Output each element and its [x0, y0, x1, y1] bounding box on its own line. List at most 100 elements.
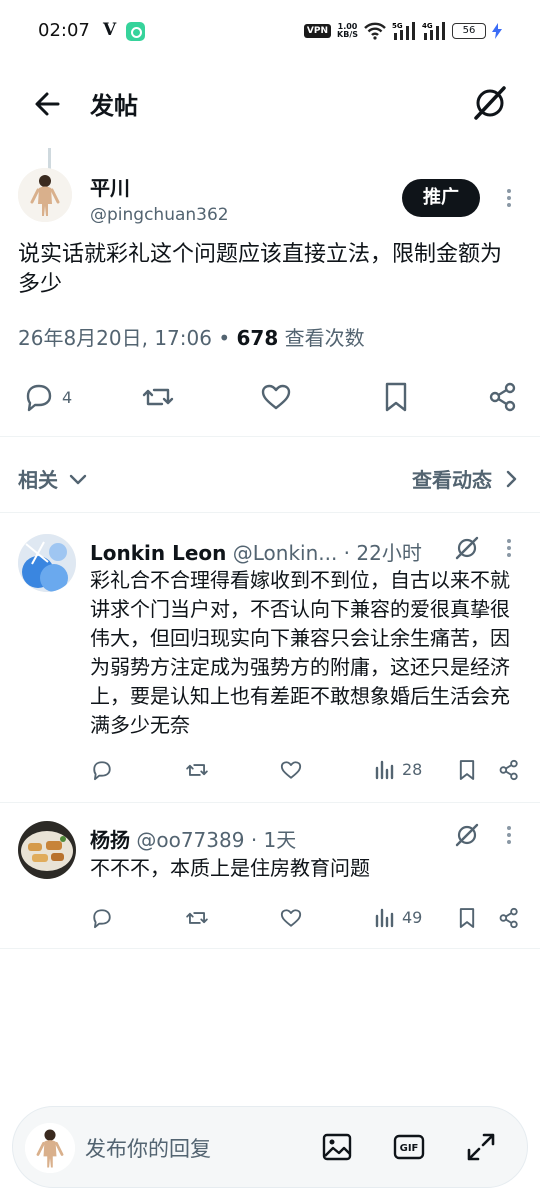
reply-action-bar: 28: [0, 758, 540, 788]
bar-chart-icon: [375, 908, 394, 928]
grok-icon[interactable]: [454, 535, 480, 561]
post-date: 26年8月20日, 17:06: [18, 326, 212, 350]
author-name[interactable]: 平川: [90, 172, 130, 201]
bookmark-button[interactable]: [380, 380, 412, 414]
reply-avatar[interactable]: [18, 534, 76, 592]
bookmark-icon: [459, 908, 475, 928]
repost-button[interactable]: [184, 758, 210, 782]
reply-text: 彩礼合不合理得看嫁收到不到位，自古以来不就讲求个门当户对，不否认向下兼容的爱很真…: [90, 568, 510, 737]
image-icon[interactable]: [319, 1129, 355, 1165]
share-icon: [499, 907, 518, 929]
reply-action-bar: 49: [0, 906, 540, 936]
reply-more-icon[interactable]: [500, 823, 518, 847]
divider: [0, 436, 540, 437]
view-activity-label: 查看动态: [412, 468, 492, 492]
reply-header: 杨扬 @oo77389 · 1天: [90, 824, 296, 853]
post-view-count: 678: [236, 326, 279, 350]
wifi-icon: [364, 22, 386, 40]
reply-icon: [93, 909, 111, 929]
svg-text:5G: 5G: [392, 22, 403, 30]
reply-count: 4: [62, 387, 73, 407]
repost-icon: [186, 912, 208, 924]
bar-chart-icon: [375, 760, 394, 780]
reply-view-count: 49: [402, 907, 423, 927]
reply-author-handle[interactable]: @oo77389: [136, 828, 244, 852]
chevron-right-icon: [506, 470, 517, 487]
signal-5g-icon: 5G: [392, 22, 415, 40]
repost-button[interactable]: [140, 380, 176, 414]
heart-icon: [280, 761, 302, 779]
network-speed: 1.00 KB/S: [337, 22, 358, 39]
expand-icon[interactable]: [463, 1129, 499, 1165]
battery-icon: 56: [452, 23, 486, 39]
post-meta: 26年8月20日, 17:06 • 678 查看次数: [18, 326, 365, 350]
author-handle[interactable]: @pingchuan362: [90, 205, 229, 225]
reply-icon: [26, 384, 52, 412]
heart-icon: [280, 909, 302, 927]
reply-time: · 1天: [244, 828, 297, 852]
heart-icon: [261, 384, 291, 410]
post-action-bar: 4: [0, 372, 540, 422]
reply-more-icon[interactable]: [500, 536, 518, 560]
divider: [0, 948, 540, 949]
post-more-icon[interactable]: [500, 186, 518, 210]
bookmark-button[interactable]: [456, 906, 478, 930]
related-dropdown[interactable]: 相关: [18, 464, 88, 493]
share-icon: [489, 382, 516, 412]
share-button[interactable]: [497, 758, 521, 782]
composer-avatar: [25, 1123, 75, 1173]
bookmark-icon: [459, 760, 475, 780]
reply-button[interactable]: [90, 906, 114, 930]
vpn-badge: VPN: [303, 24, 332, 38]
like-button[interactable]: [259, 380, 293, 414]
reply-author-name[interactable]: Lonkin Leon: [90, 541, 226, 565]
views-button[interactable]: 28: [374, 758, 422, 780]
author-avatar[interactable]: [18, 168, 72, 222]
reply-time: · 22小时: [337, 541, 422, 565]
reply-icon: [93, 761, 111, 781]
share-icon: [499, 759, 518, 781]
page-title: 发帖: [90, 92, 138, 120]
post-text: 说实话就彩礼这个问题应该直接立法，限制金额为多少: [18, 242, 503, 297]
bookmark-icon: [385, 382, 407, 412]
status-time: 02:07: [38, 20, 90, 41]
divider: [0, 512, 540, 513]
signal-4g-icon: 4G: [422, 22, 445, 40]
carrier-mark: V: [103, 20, 117, 40]
top-bar: 发帖: [0, 62, 540, 144]
repost-icon: [186, 764, 208, 776]
promote-button[interactable]: 推广: [402, 179, 480, 217]
share-button[interactable]: [497, 906, 521, 930]
app-notification-icon: [126, 22, 145, 41]
grok-icon[interactable]: [454, 822, 480, 848]
reply-author-handle[interactable]: @Lonkin...: [233, 541, 338, 565]
like-button[interactable]: [279, 758, 303, 782]
reply-author-name[interactable]: 杨扬: [90, 828, 130, 852]
reply-avatar[interactable]: [18, 821, 76, 879]
reply-composer[interactable]: 发布你的回复 GIF: [12, 1106, 528, 1188]
repost-icon: [142, 388, 174, 406]
reply-header: Lonkin Leon @Lonkin... · 22小时: [90, 537, 422, 566]
svg-text:GIF: GIF: [400, 1143, 419, 1154]
charging-icon: [492, 23, 502, 39]
reply-button[interactable]: 4: [22, 380, 72, 414]
repost-button[interactable]: [184, 906, 210, 930]
thread-connector: [48, 148, 51, 170]
views-button[interactable]: 49: [374, 906, 422, 928]
share-button[interactable]: [486, 380, 520, 414]
divider: [0, 802, 540, 803]
reply-text: 不不不，本质上是住房教育问题: [90, 856, 370, 880]
like-button[interactable]: [279, 906, 303, 930]
back-arrow-icon[interactable]: [28, 84, 68, 124]
view-activity-link[interactable]: 查看动态: [412, 464, 518, 493]
chevron-down-icon: [69, 474, 87, 484]
reply-button[interactable]: [90, 758, 114, 782]
status-icons: VPN 1.00 KB/S 5G 4G 56: [303, 20, 502, 42]
related-label: 相关: [18, 468, 58, 492]
gif-icon[interactable]: GIF: [391, 1129, 427, 1165]
bookmark-button[interactable]: [456, 758, 478, 782]
status-bar: 02:07 V VPN 1.00 KB/S 5G 4G 56: [0, 0, 540, 62]
grok-icon[interactable]: [470, 83, 510, 123]
reply-input[interactable]: 发布你的回复: [85, 1133, 211, 1163]
reply-view-count: 28: [402, 759, 423, 779]
